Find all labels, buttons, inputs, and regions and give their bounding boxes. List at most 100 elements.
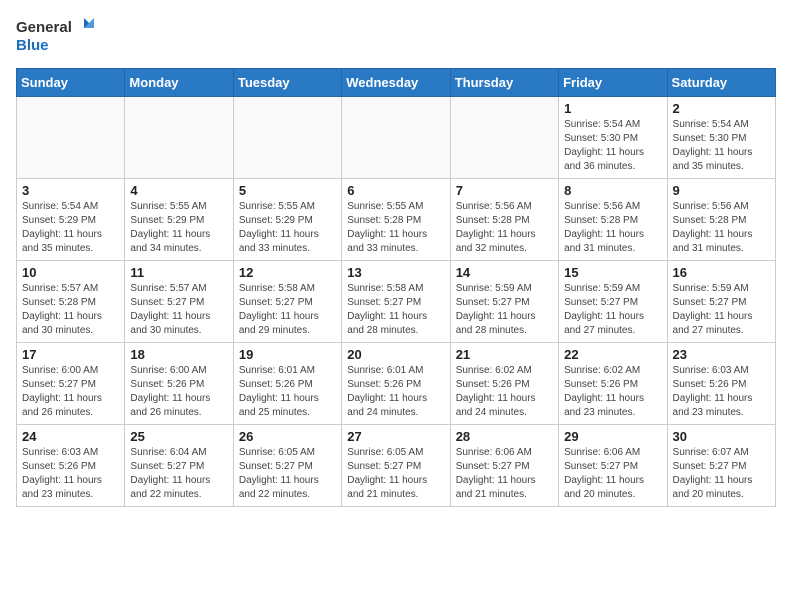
svg-text:Blue: Blue [16, 37, 49, 54]
day-number: 28 [456, 429, 553, 444]
calendar-cell: 20 Sunrise: 6:01 AM Sunset: 5:26 PM Dayli… [342, 343, 450, 425]
calendar-cell: 19Sunrise: 6:01 AM Sunset: 5:26 PM Dayli… [233, 343, 341, 425]
calendar-cell: 4 Sunrise: 5:55 AM Sunset: 5:29 PM Daylig… [125, 179, 233, 261]
day-number: 27 [347, 429, 444, 444]
day-info: Sunrise: 6:05 AM Sunset: 5:27 PM Dayligh… [239, 446, 336, 502]
calendar-week-row: 10Sunrise: 5:57 AM Sunset: 5:28 PM Dayli… [17, 261, 776, 343]
day-number: 19 [239, 347, 336, 362]
day-number: 1 [564, 101, 661, 116]
day-number: 30 [673, 429, 770, 444]
calendar-cell: 5 Sunrise: 5:55 AM Sunset: 5:29 PM Daylig… [233, 179, 341, 261]
calendar-table: SundayMondayTuesdayWednesdayThursdayFrid… [16, 68, 776, 507]
calendar-cell: 17 Sunrise: 6:00 AM Sunset: 5:27 PM Dayli… [17, 343, 125, 425]
day-info: Sunrise: 6:05 AM Sunset: 5:27 PM Dayligh… [347, 446, 444, 502]
calendar-cell: 7 Sunrise: 5:56 AM Sunset: 5:28 PM Daylig… [450, 179, 558, 261]
day-number: 3 [22, 183, 119, 198]
day-info: Sunrise: 6:03 AM Sunset: 5:26 PM Dayligh… [22, 446, 119, 502]
day-number: 18 [130, 347, 227, 362]
day-number: 14 [456, 265, 553, 280]
calendar-cell: 6Sunrise: 5:55 AM Sunset: 5:28 PM Daylig… [342, 179, 450, 261]
day-info: Sunrise: 5:55 AM Sunset: 5:29 PM Dayligh… [130, 200, 227, 256]
calendar-cell: 29 Sunrise: 6:06 AM Sunset: 5:27 PM Dayli… [559, 425, 667, 507]
day-number: 20 [347, 347, 444, 362]
calendar-week-row: 24 Sunrise: 6:03 AM Sunset: 5:26 PM Dayli… [17, 425, 776, 507]
calendar-cell: 15 Sunrise: 5:59 AM Sunset: 5:27 PM Dayli… [559, 261, 667, 343]
calendar-cell: 9 Sunrise: 5:56 AM Sunset: 5:28 PM Daylig… [667, 179, 775, 261]
calendar-cell: 30 Sunrise: 6:07 AM Sunset: 5:27 PM Dayli… [667, 425, 775, 507]
calendar-cell: 14 Sunrise: 5:59 AM Sunset: 5:27 PM Dayli… [450, 261, 558, 343]
day-info: Sunrise: 6:01 AM Sunset: 5:26 PM Dayligh… [347, 364, 444, 420]
calendar-cell: 23Sunrise: 6:03 AM Sunset: 5:26 PM Dayli… [667, 343, 775, 425]
calendar-cell: 22 Sunrise: 6:02 AM Sunset: 5:26 PM Dayli… [559, 343, 667, 425]
day-info: Sunrise: 6:04 AM Sunset: 5:27 PM Dayligh… [130, 446, 227, 502]
calendar-cell [17, 97, 125, 179]
day-info: Sunrise: 5:57 AM Sunset: 5:28 PM Dayligh… [22, 282, 119, 338]
weekday-header-sunday: Sunday [17, 69, 125, 97]
calendar-cell: 10Sunrise: 5:57 AM Sunset: 5:28 PM Dayli… [17, 261, 125, 343]
day-info: Sunrise: 5:54 AM Sunset: 5:30 PM Dayligh… [673, 118, 770, 174]
calendar-cell: 16 Sunrise: 5:59 AM Sunset: 5:27 PM Dayli… [667, 261, 775, 343]
calendar-cell [342, 97, 450, 179]
day-info: Sunrise: 6:07 AM Sunset: 5:27 PM Dayligh… [673, 446, 770, 502]
calendar-cell: 27 Sunrise: 6:05 AM Sunset: 5:27 PM Dayli… [342, 425, 450, 507]
day-number: 15 [564, 265, 661, 280]
day-info: Sunrise: 5:56 AM Sunset: 5:28 PM Dayligh… [673, 200, 770, 256]
day-info: Sunrise: 5:56 AM Sunset: 5:28 PM Dayligh… [456, 200, 553, 256]
day-number: 6 [347, 183, 444, 198]
day-number: 4 [130, 183, 227, 198]
weekday-header-friday: Friday [559, 69, 667, 97]
day-number: 26 [239, 429, 336, 444]
day-info: Sunrise: 6:02 AM Sunset: 5:26 PM Dayligh… [564, 364, 661, 420]
day-number: 9 [673, 183, 770, 198]
day-number: 11 [130, 265, 227, 280]
weekday-header-wednesday: Wednesday [342, 69, 450, 97]
calendar-cell: 2 Sunrise: 5:54 AM Sunset: 5:30 PM Daylig… [667, 97, 775, 179]
page-header: GeneralBlue [16, 16, 776, 56]
day-info: Sunrise: 5:59 AM Sunset: 5:27 PM Dayligh… [456, 282, 553, 338]
day-number: 17 [22, 347, 119, 362]
calendar-cell: 8 Sunrise: 5:56 AM Sunset: 5:28 PM Daylig… [559, 179, 667, 261]
day-info: Sunrise: 6:02 AM Sunset: 5:26 PM Dayligh… [456, 364, 553, 420]
weekday-header-tuesday: Tuesday [233, 69, 341, 97]
day-info: Sunrise: 5:54 AM Sunset: 5:30 PM Dayligh… [564, 118, 661, 174]
day-info: Sunrise: 5:56 AM Sunset: 5:28 PM Dayligh… [564, 200, 661, 256]
day-info: Sunrise: 5:55 AM Sunset: 5:29 PM Dayligh… [239, 200, 336, 256]
day-number: 8 [564, 183, 661, 198]
day-number: 22 [564, 347, 661, 362]
day-info: Sunrise: 5:54 AM Sunset: 5:29 PM Dayligh… [22, 200, 119, 256]
calendar-cell: 1 Sunrise: 5:54 AM Sunset: 5:30 PM Daylig… [559, 97, 667, 179]
day-number: 23 [673, 347, 770, 362]
calendar-cell: 3 Sunrise: 5:54 AM Sunset: 5:29 PM Daylig… [17, 179, 125, 261]
svg-text:General: General [16, 19, 72, 36]
day-info: Sunrise: 5:57 AM Sunset: 5:27 PM Dayligh… [130, 282, 227, 338]
calendar-cell: 24 Sunrise: 6:03 AM Sunset: 5:26 PM Dayli… [17, 425, 125, 507]
day-number: 16 [673, 265, 770, 280]
weekday-header-thursday: Thursday [450, 69, 558, 97]
calendar-cell: 26 Sunrise: 6:05 AM Sunset: 5:27 PM Dayli… [233, 425, 341, 507]
day-number: 5 [239, 183, 336, 198]
calendar-cell: 13Sunrise: 5:58 AM Sunset: 5:27 PM Dayli… [342, 261, 450, 343]
day-info: Sunrise: 6:00 AM Sunset: 5:27 PM Dayligh… [22, 364, 119, 420]
calendar-cell: 18 Sunrise: 6:00 AM Sunset: 5:26 PM Dayli… [125, 343, 233, 425]
day-number: 29 [564, 429, 661, 444]
day-info: Sunrise: 5:58 AM Sunset: 5:27 PM Dayligh… [239, 282, 336, 338]
day-info: Sunrise: 5:59 AM Sunset: 5:27 PM Dayligh… [673, 282, 770, 338]
calendar-cell: 11 Sunrise: 5:57 AM Sunset: 5:27 PM Dayli… [125, 261, 233, 343]
day-info: Sunrise: 5:59 AM Sunset: 5:27 PM Dayligh… [564, 282, 661, 338]
logo: GeneralBlue [16, 16, 96, 56]
day-info: Sunrise: 6:00 AM Sunset: 5:26 PM Dayligh… [130, 364, 227, 420]
calendar-cell [450, 97, 558, 179]
calendar-week-row: 17 Sunrise: 6:00 AM Sunset: 5:27 PM Dayli… [17, 343, 776, 425]
day-number: 13 [347, 265, 444, 280]
calendar-cell [233, 97, 341, 179]
day-info: Sunrise: 6:06 AM Sunset: 5:27 PM Dayligh… [456, 446, 553, 502]
calendar-cell: 25 Sunrise: 6:04 AM Sunset: 5:27 PM Dayli… [125, 425, 233, 507]
day-number: 24 [22, 429, 119, 444]
day-number: 7 [456, 183, 553, 198]
calendar-cell: 21Sunrise: 6:02 AM Sunset: 5:26 PM Dayli… [450, 343, 558, 425]
weekday-header-saturday: Saturday [667, 69, 775, 97]
day-number: 2 [673, 101, 770, 116]
day-number: 25 [130, 429, 227, 444]
calendar-week-row: 1 Sunrise: 5:54 AM Sunset: 5:30 PM Daylig… [17, 97, 776, 179]
day-info: Sunrise: 6:06 AM Sunset: 5:27 PM Dayligh… [564, 446, 661, 502]
